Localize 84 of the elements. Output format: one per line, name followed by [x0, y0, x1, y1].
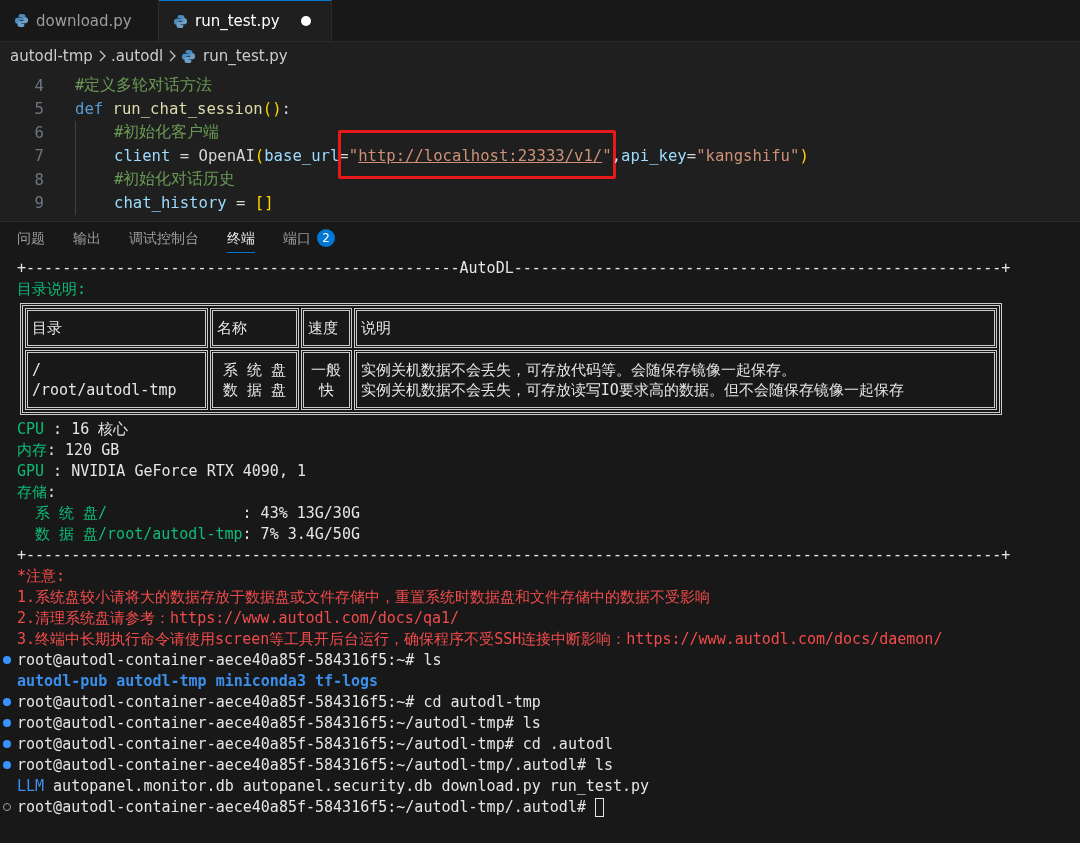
terminal-text: +------------------------------------------------AutoDL------------------------------------------------------+ [17, 258, 1011, 279]
terminal-text: : 43% 13G/30G [241, 503, 360, 524]
terminal-text: : [47, 482, 57, 503]
directory-name: miniconda3 [215, 671, 306, 692]
table-header: 名称 [210, 308, 299, 348]
table-cell: 实例关机数据不会丢失，可存放代码等。会随保存镜像一起保存。 实例关机数据不会丢失，可存放读写IO要求高的数据。但不会随保存镜像一起保存 [353, 350, 997, 410]
code-bracket: ( [254, 147, 265, 166]
chevron-icon [168, 50, 177, 62]
terminal-text: root@autodl-container-aece40a85f-584316f5:~/autodl-tmp/.autodl# ls [17, 755, 614, 776]
count-badge: 2 [317, 229, 335, 247]
code-text: = OpenAI [178, 147, 255, 166]
terminal-text: root@autodl-container-aece40a85f-584316f5:~# ls [17, 650, 442, 671]
python-file-icon [14, 13, 29, 28]
panel-tab[interactable]: 输出 [73, 230, 101, 254]
table-cell: / /root/autodl-tmp [25, 350, 208, 410]
warning-text: 3.终端中长期执行命令请使用screen等工具开后台运行，确保程序不受SSH连接中断影响：https://www.autodl.com/docs/daemon/ [17, 629, 943, 650]
line-number: 5 [33, 100, 45, 119]
editor-tab[interactable]: run_test.py [159, 0, 332, 41]
code-text: : [281, 100, 291, 119]
terminal-text: : 16 核心 [52, 419, 129, 440]
python-file-icon [181, 48, 197, 64]
terminal-text: root@autodl-container-aece40a85f-584316f5:~# cd autodl-tmp [17, 692, 541, 713]
line-number: 6 [33, 123, 45, 142]
table-cell: 一般 快 [300, 350, 352, 410]
line-number: 7 [33, 147, 45, 166]
terminal-text: +------------------------------------------------------------------------------------------------------------+ [17, 545, 1011, 566]
table-cell: 系 统 盘 数 据 盘 [210, 350, 299, 410]
file-name: download.py [441, 776, 541, 797]
warning-text: 2.清理系统盘请参考：https://www.autodl.com/docs/qa1/ [17, 608, 460, 629]
terminal-label: CPU [17, 419, 45, 440]
terminal-text: root@autodl-container-aece40a85f-584316f5:~/autodl-tmp/.autodl# [17, 797, 586, 818]
code-variable: base_url [264, 147, 340, 166]
breadcrumb-item[interactable]: .autodl [110, 47, 164, 65]
terminal-text: root@autodl-container-aece40a85f-584316f5:~/autodl-tmp# ls [17, 713, 541, 734]
code-text: = [686, 147, 697, 166]
chevron-icon [97, 50, 106, 62]
table-header: 目录 [25, 308, 208, 348]
terminal-text: : 7% 3.4G/50G [242, 524, 360, 545]
table-header: 说明 [353, 308, 997, 348]
warning-text: 1.系统盘较小请将大的数据存放于数据盘或文件存储中，重置系统时数据盘和文件存储中的数据不受影响 [17, 587, 711, 608]
code-variable: client [114, 147, 171, 166]
function-name: run_chat_session [112, 100, 263, 119]
terminal-label: 数 据 盘/root/autodl-tmp [35, 524, 243, 545]
code-comment: #初始化对话历史 [114, 169, 236, 191]
code-bracket: [] [254, 194, 274, 213]
code-comment: #初始化客户端 [114, 122, 220, 144]
code-string: " [602, 147, 612, 166]
panel-tab[interactable]: 终端 [227, 230, 255, 254]
file-name: run_test.py [549, 776, 650, 797]
code-text: , [611, 147, 621, 166]
line-number: 9 [33, 194, 45, 213]
terminal-label: 存储 [17, 482, 47, 503]
panel-tab[interactable]: 调试控制台 [129, 230, 199, 254]
directory-name: LLM [17, 776, 45, 797]
file-name: autopanel.security.db [242, 776, 433, 797]
directory-name: autodl-pub [17, 671, 108, 692]
code-comment: #定义多轮对话方法 [75, 75, 213, 97]
code-keyword: def [75, 100, 104, 119]
code-text: = [235, 194, 247, 213]
panel-tab[interactable]: 问题 [17, 230, 45, 254]
directory-name: autodl-tmp [116, 671, 207, 692]
terminal-text: : 120 GB [47, 440, 120, 461]
terminal-label: 内存 [17, 440, 47, 461]
code-bracket: ) [799, 147, 809, 166]
terminal-text: root@autodl-container-aece40a85f-584316f5:~/autodl-tmp# cd .autodl [17, 734, 614, 755]
code-variable: chat_history [114, 194, 227, 213]
code-bracket: () [262, 100, 282, 119]
warning-text: *注意: [17, 566, 66, 587]
terminal-label: GPU [17, 461, 45, 482]
code-string: "kangshifu" [696, 147, 800, 166]
python-file-icon [173, 13, 188, 29]
file-name: autopanel.monitor.db [53, 776, 234, 797]
breadcrumb-item[interactable]: autodl-tmp [10, 47, 93, 65]
code-string: " [348, 147, 359, 166]
line-number: 8 [33, 170, 45, 189]
breadcrumb-item[interactable]: run_test.py [181, 47, 288, 65]
terminal-label: 系 统 盘/ [35, 503, 108, 524]
panel-tab[interactable]: 端口 2 [283, 230, 335, 254]
table-header: 速度 [300, 308, 352, 348]
line-number: 4 [33, 76, 45, 95]
directory-name: tf-logs [314, 671, 379, 692]
code-variable: api_key [621, 147, 687, 166]
terminal-text: : NVIDIA GeForce RTX 4090, 1 [52, 461, 306, 482]
terminal-label: 目录说明: [17, 279, 87, 300]
